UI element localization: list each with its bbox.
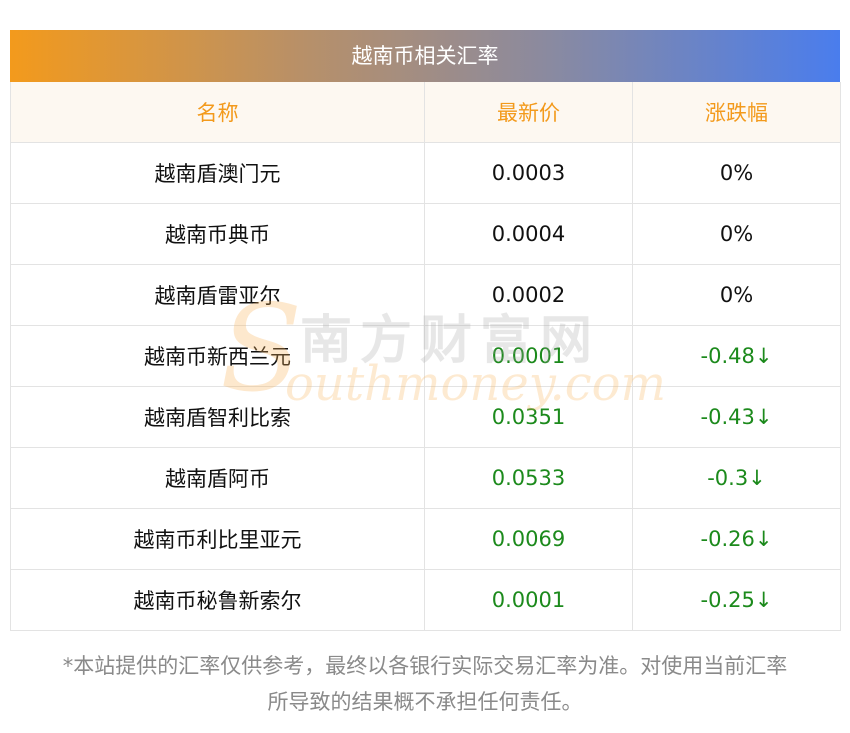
currency-name-cell: 越南盾阿币	[10, 447, 425, 509]
currency-name-cell: 越南币新西兰元	[10, 325, 425, 387]
change-cell: -0.48↓	[632, 325, 841, 387]
rates-table: 名称 最新价 涨跌幅 越南盾澳门元 0.0003 0% 越南币典币 0.0004 0% 越南…	[10, 82, 841, 631]
disclaimer: *本站提供的汇率仅供参考，最终以各银行实际交易汇率为准。对使用当前汇率 所导致的…	[0, 648, 850, 720]
currency-name-cell: 越南币典币	[10, 203, 425, 265]
change-cell: -0.43↓	[632, 386, 841, 448]
table-row: 越南币典币 0.0004 0%	[10, 203, 841, 265]
change-cell: 0%	[632, 264, 841, 326]
price-cell: 0.0351	[424, 386, 633, 448]
price-cell: 0.0001	[424, 325, 633, 387]
table-row: 越南盾阿币 0.0533 -0.3↓	[10, 447, 841, 509]
rates-panel: 越南币相关汇率 名称 最新价 涨跌幅 越南盾澳门元 0.0003 0% 越南币典币 0.…	[10, 30, 841, 631]
change-cell: -0.26↓	[632, 508, 841, 570]
price-cell: 0.0003	[424, 142, 633, 204]
table-row: 越南币秘鲁新索尔 0.0001 -0.25↓	[10, 569, 841, 631]
currency-name-cell: 越南币秘鲁新索尔	[10, 569, 425, 631]
price-cell: 0.0533	[424, 447, 633, 509]
currency-name-cell: 越南盾澳门元	[10, 142, 425, 204]
table-row: 越南盾澳门元 0.0003 0%	[10, 142, 841, 204]
disclaimer-line-2: 所导致的结果概不承担任何责任。	[267, 690, 583, 714]
table-row: 越南币利比里亚元 0.0069 -0.26↓	[10, 508, 841, 570]
table-row: 越南盾雷亚尔 0.0002 0%	[10, 264, 841, 326]
table-header-row: 名称 最新价 涨跌幅	[10, 82, 841, 143]
panel-title: 越南币相关汇率	[10, 30, 840, 82]
table-row: 越南币新西兰元 0.0001 -0.48↓	[10, 325, 841, 387]
price-cell: 0.0069	[424, 508, 633, 570]
column-header-change: 涨跌幅	[632, 82, 841, 143]
column-header-name: 名称	[10, 82, 425, 143]
change-cell: -0.3↓	[632, 447, 841, 509]
currency-name-cell: 越南盾雷亚尔	[10, 264, 425, 326]
price-cell: 0.0001	[424, 569, 633, 631]
change-cell: 0%	[632, 203, 841, 265]
change-cell: 0%	[632, 142, 841, 204]
price-cell: 0.0004	[424, 203, 633, 265]
currency-name-cell: 越南币利比里亚元	[10, 508, 425, 570]
table-row: 越南盾智利比索 0.0351 -0.43↓	[10, 386, 841, 448]
column-header-price: 最新价	[424, 82, 633, 143]
change-cell: -0.25↓	[632, 569, 841, 631]
price-cell: 0.0002	[424, 264, 633, 326]
currency-name-cell: 越南盾智利比索	[10, 386, 425, 448]
disclaimer-line-1: *本站提供的汇率仅供参考，最终以各银行实际交易汇率为准。对使用当前汇率	[62, 654, 788, 678]
